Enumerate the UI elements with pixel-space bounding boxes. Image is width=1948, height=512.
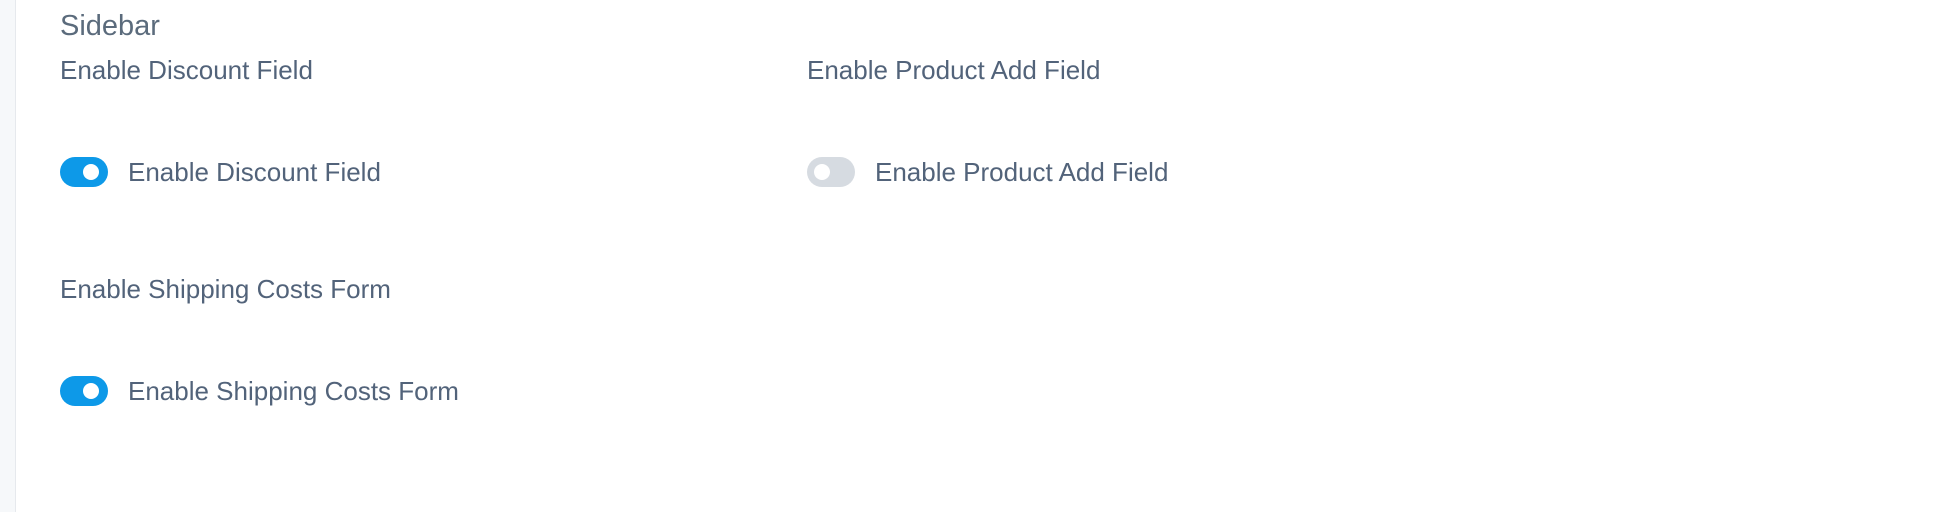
shipping-toggle-label[interactable]: Enable Shipping Costs Form	[128, 375, 459, 407]
shipping-field-label: Enable Shipping Costs Form	[60, 274, 391, 304]
product-add-field-label: Enable Product Add Field	[807, 55, 1101, 85]
discount-toggle-label[interactable]: Enable Discount Field	[128, 156, 381, 188]
toggle-knob	[83, 164, 99, 180]
discount-toggle-row[interactable]: Enable Discount Field	[60, 154, 381, 190]
discount-toggle-switch[interactable]	[60, 157, 108, 187]
shipping-toggle-switch[interactable]	[60, 376, 108, 406]
product-add-toggle-label[interactable]: Enable Product Add Field	[875, 156, 1168, 188]
discount-field-label: Enable Discount Field	[60, 55, 313, 85]
toggle-knob	[83, 383, 99, 399]
shipping-toggle-row[interactable]: Enable Shipping Costs Form	[60, 373, 459, 409]
product-add-toggle-row[interactable]: Enable Product Add Field	[807, 154, 1168, 190]
toggle-knob	[814, 164, 830, 180]
section-title: Sidebar	[60, 10, 160, 42]
product-add-toggle-switch[interactable]	[807, 157, 855, 187]
